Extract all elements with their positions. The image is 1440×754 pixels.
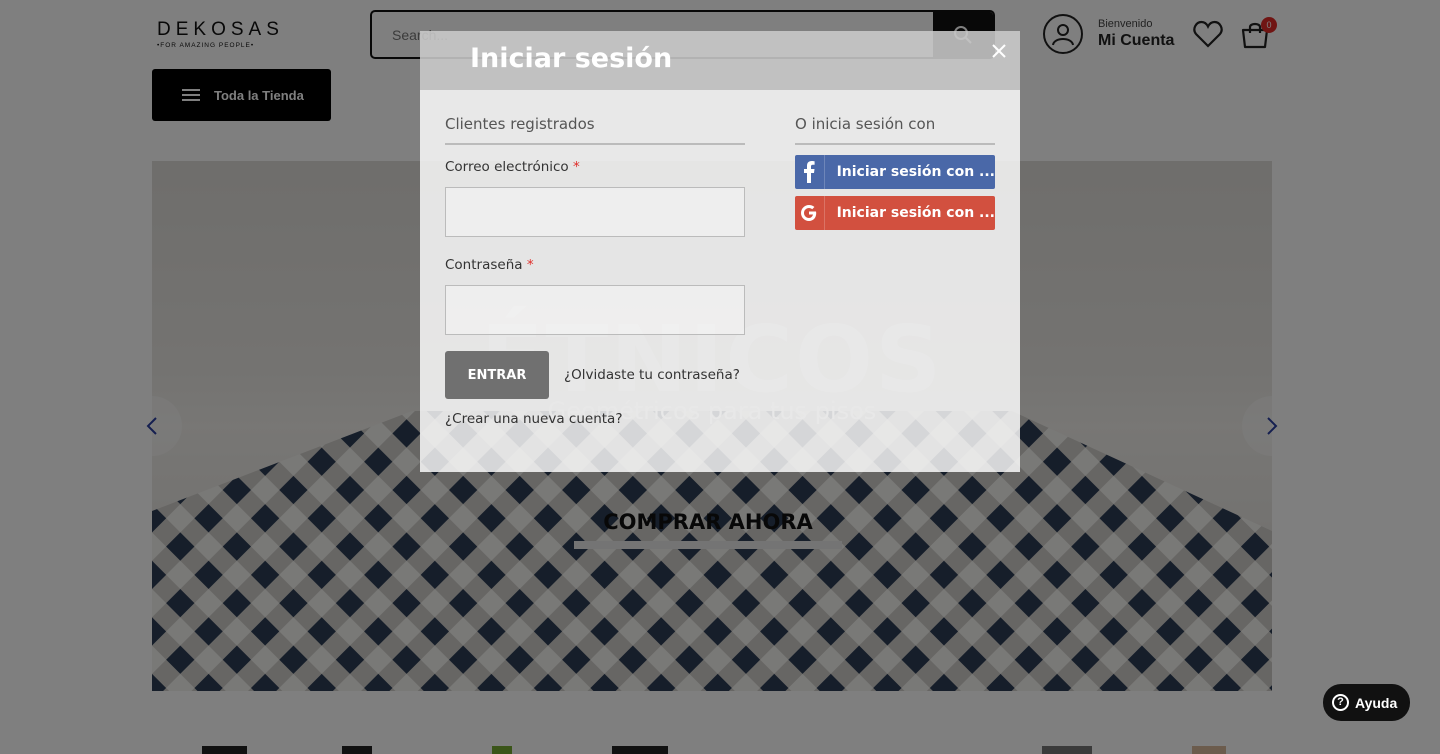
help-label: Ayuda — [1355, 694, 1398, 711]
google-icon — [795, 196, 825, 230]
close-icon[interactable] — [990, 42, 1008, 60]
facebook-login-label: Iniciar sesión con ... — [836, 164, 995, 180]
social-login-section: O inicia sesión con Iniciar sesión con .… — [795, 115, 995, 230]
modal-title: Iniciar sesión — [470, 43, 673, 74]
login-modal: Iniciar sesión Clientes registrados Corr… — [420, 31, 1020, 472]
required-mark: * — [573, 159, 580, 175]
question-icon: ? — [1332, 694, 1349, 711]
facebook-login-button[interactable]: Iniciar sesión con ... — [795, 155, 995, 189]
create-account-link[interactable]: ¿Crear una nueva cuenta? — [445, 411, 622, 427]
password-label: Contraseña * — [445, 257, 745, 273]
password-field[interactable] — [445, 285, 745, 335]
email-label: Correo electrónico * — [445, 159, 745, 175]
help-button[interactable]: ? Ayuda — [1323, 684, 1410, 721]
modal-header: Iniciar sesión — [420, 31, 1020, 90]
login-button[interactable]: ENTRAR — [445, 351, 549, 399]
google-login-label: Iniciar sesión con ... — [836, 205, 995, 221]
email-label-text: Correo electrónico — [445, 159, 569, 175]
password-label-text: Contraseña — [445, 257, 523, 273]
forgot-password-link[interactable]: ¿Olvidaste tu contraseña? — [564, 367, 740, 383]
facebook-icon — [795, 155, 825, 189]
google-login-button[interactable]: Iniciar sesión con ... — [795, 196, 995, 230]
registered-customers-title: Clientes registrados — [445, 115, 745, 145]
required-mark: * — [526, 257, 534, 273]
social-login-title: O inicia sesión con — [795, 115, 995, 145]
registered-customers-section: Clientes registrados Correo electrónico … — [445, 115, 745, 335]
email-field[interactable] — [445, 187, 745, 237]
